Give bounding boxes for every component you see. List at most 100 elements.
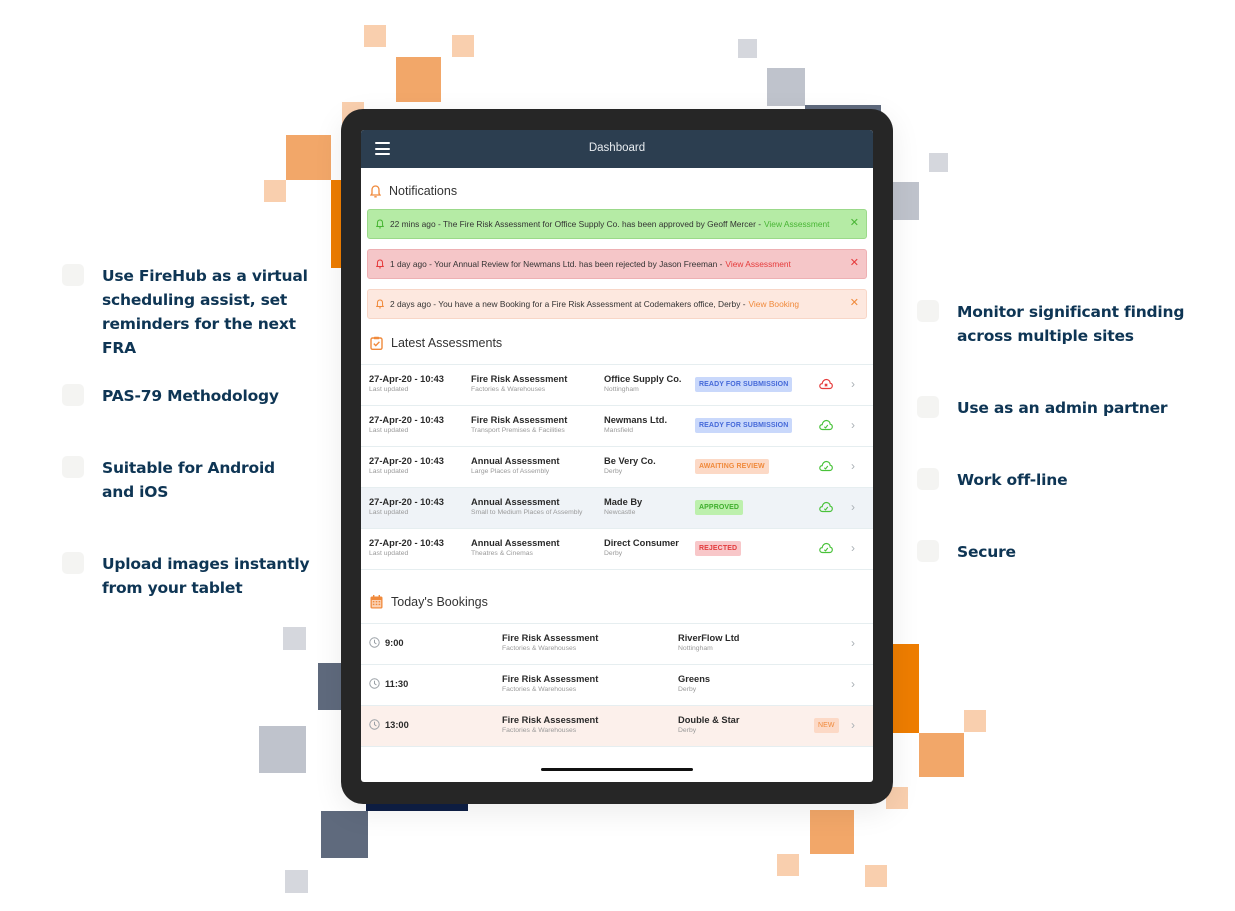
decor-square (285, 870, 308, 893)
assessment-row[interactable]: 27-Apr-20 - 10:43 Last updated Annual As… (361, 529, 873, 570)
chevron-right-icon[interactable]: › (851, 718, 855, 732)
client-cell: Made By Newcastle (604, 497, 642, 516)
clipboard-check-icon (370, 336, 383, 350)
view-assessment-link[interactable]: View Assessment (725, 259, 790, 269)
assessments-header: Latest Assessments (361, 333, 873, 353)
booking-type: Fire Risk Assessment (502, 674, 599, 684)
type-cell: Fire Risk Assessment Factories & Warehou… (471, 374, 567, 393)
feature-text: Use as an admin partner (957, 399, 1168, 417)
assessment-date: 27-Apr-20 - 10:43 (369, 497, 444, 507)
decor-square (777, 854, 799, 876)
cloud-error-icon (819, 378, 833, 390)
feature-text: Secure (957, 543, 1016, 561)
status-badge: REJECTED (695, 541, 742, 556)
bell-icon (370, 184, 381, 197)
decor-square (738, 39, 757, 58)
notification-message: 1 day ago - Your Annual Review for Newma… (390, 259, 723, 269)
section-title: Latest Assessments (391, 336, 503, 350)
home-indicator[interactable] (541, 768, 693, 771)
new-badge: NEW (814, 718, 839, 733)
client-cell: Office Supply Co. Nottingham (604, 374, 681, 393)
close-icon[interactable]: ✕ (850, 258, 859, 269)
close-icon[interactable]: ✕ (850, 218, 859, 229)
feature-check-box (62, 456, 84, 478)
notification-item: 22 mins ago - The Fire Risk Assessment f… (367, 209, 867, 239)
assessment-date: 27-Apr-20 - 10:43 (369, 374, 444, 384)
assessment-type: Annual Assessment (471, 538, 560, 548)
client-cell: Greens Derby (678, 674, 710, 693)
feature-check-box (917, 300, 939, 322)
status-badge: APPROVED (695, 500, 744, 515)
type-cell: Fire Risk Assessment Factories & Warehou… (502, 633, 598, 652)
view-booking-link[interactable]: View Booking (749, 299, 800, 309)
booking-category: Factories & Warehouses (502, 645, 577, 652)
assessment-row[interactable]: 27-Apr-20 - 10:43 Last updated Annual As… (361, 447, 873, 488)
clock-icon (369, 678, 380, 689)
decor-square (396, 57, 441, 102)
client-name: Newmans Ltd. (604, 415, 668, 425)
time-cell: 9:00 (369, 637, 404, 648)
feature-text: Suitable for Android and iOS (102, 459, 275, 501)
client-name: RiverFlow Ltd (678, 633, 740, 643)
date-cell: 27-Apr-20 - 10:43 Last updated (369, 456, 444, 475)
type-cell: Annual Assessment Large Places of Assemb… (471, 456, 560, 475)
chevron-right-icon[interactable]: › (851, 636, 855, 650)
cloud-synced-icon (819, 542, 833, 554)
assessment-category: Transport Premises & Facilities (471, 427, 565, 434)
chevron-right-icon[interactable]: › (851, 677, 855, 691)
assessment-row[interactable]: 27-Apr-20 - 10:43 Last updated Annual As… (361, 488, 873, 529)
client-location: Mansfield (604, 427, 634, 434)
booking-row[interactable]: 13:00 Fire Risk Assessment Factories & W… (361, 706, 873, 747)
close-icon[interactable]: ✕ (850, 298, 859, 309)
decor-square (964, 710, 986, 732)
decor-square (893, 644, 919, 733)
date-label: Last updated (369, 550, 409, 557)
client-cell: RiverFlow Ltd Nottingham (678, 633, 739, 652)
assessment-type: Fire Risk Assessment (471, 374, 568, 384)
chevron-right-icon[interactable]: › (851, 459, 855, 473)
app-bar: Dashboard (361, 130, 873, 168)
decor-square (321, 811, 368, 858)
chevron-right-icon[interactable]: › (851, 500, 855, 514)
assessment-type: Annual Assessment (471, 456, 560, 466)
decor-square (259, 726, 306, 773)
cloud-synced-icon (819, 501, 833, 513)
feature-check-box (917, 396, 939, 418)
date-label: Last updated (369, 468, 409, 475)
chevron-right-icon[interactable]: › (851, 541, 855, 555)
assessment-type: Fire Risk Assessment (471, 415, 568, 425)
bell-icon (376, 259, 384, 269)
calendar-icon (370, 595, 383, 609)
client-location: Nottingham (678, 645, 713, 652)
feature-item: Use FireHub as a virtual scheduling assi… (62, 264, 332, 360)
bookings-list: 9:00 Fire Risk Assessment Factories & Wa… (361, 623, 873, 747)
booking-row[interactable]: 9:00 Fire Risk Assessment Factories & Wa… (361, 624, 873, 665)
assessment-row[interactable]: 27-Apr-20 - 10:43 Last updated Fire Risk… (361, 365, 873, 406)
page-title: Dashboard (588, 142, 646, 154)
client-name: Be Very Co. (604, 456, 656, 466)
booking-row[interactable]: 11:30 Fire Risk Assessment Factories & W… (361, 665, 873, 706)
feature-item: Upload images instantly from your tablet (62, 552, 312, 600)
feature-item: PAS-79 Methodology (62, 384, 332, 408)
feature-check-box (917, 468, 939, 490)
type-cell: Annual Assessment Theatres & Cinemas (471, 538, 560, 557)
feature-check-box (62, 264, 84, 286)
chevron-right-icon[interactable]: › (851, 418, 855, 432)
cloud-synced-icon (819, 460, 833, 472)
client-cell: Be Very Co. Derby (604, 456, 656, 475)
decor-square (919, 733, 964, 777)
decor-square (767, 68, 805, 106)
assessment-row[interactable]: 27-Apr-20 - 10:43 Last updated Fire Risk… (361, 406, 873, 447)
client-location: Nottingham (604, 386, 639, 393)
time-cell: 11:30 (369, 678, 408, 689)
view-assessment-link[interactable]: View Assessment (764, 219, 829, 229)
date-cell: 27-Apr-20 - 10:43 Last updated (369, 374, 444, 393)
feature-check-box (62, 552, 84, 574)
notifications-header: Notifications (361, 181, 873, 201)
status-badge: READY FOR SUBMISSION (695, 418, 793, 433)
tablet-screen: Dashboard Notifications 22 mins ago - Th… (361, 130, 873, 782)
assessment-category: Small to Medium Places of Assembly (471, 509, 583, 516)
chevron-right-icon[interactable]: › (851, 377, 855, 391)
feature-item: Use as an admin partner (917, 396, 1197, 420)
client-location: Derby (678, 727, 697, 734)
